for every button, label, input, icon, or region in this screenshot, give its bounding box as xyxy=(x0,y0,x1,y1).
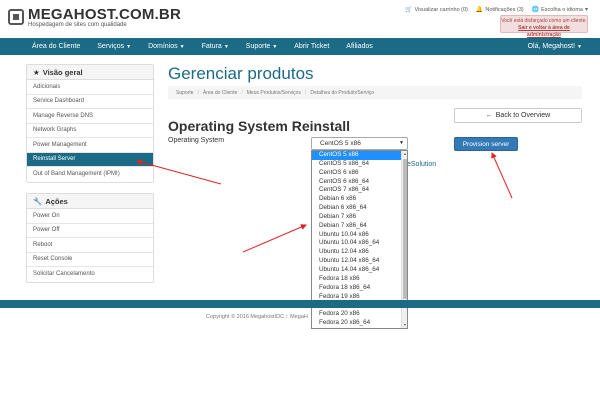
caret-down-icon: ▼ xyxy=(179,44,185,50)
os-option[interactable]: CentOS 7 x86_64 xyxy=(312,186,407,195)
arrow-to-os-dropdown xyxy=(242,224,307,253)
back-to-overview-button[interactable]: ← Back to Overview xyxy=(454,108,582,123)
language-link[interactable]: 🌐 Escolha o idioma ▾ xyxy=(531,6,588,14)
sidebar-item-ipmi[interactable]: Out of Band Management (IPMI) xyxy=(27,167,153,182)
os-option[interactable]: Ubuntu 14.04 x86_64 xyxy=(312,266,407,275)
os-option[interactable]: CentOS 6 x86 xyxy=(312,169,407,178)
admin-alert: Você está disfarçado como um cliente. Sa… xyxy=(500,15,588,38)
arrow-left-icon: ← xyxy=(485,112,493,119)
nav-services[interactable]: Serviços ▼ xyxy=(97,43,131,50)
star-icon: ★ xyxy=(33,67,40,77)
os-option[interactable]: Ubuntu 10.04 x86 xyxy=(312,231,407,240)
os-option[interactable]: Ubuntu 12.04 x86_64 xyxy=(312,257,407,266)
selected-os-value: CentOS 5 x86 xyxy=(320,140,361,147)
cart-link[interactable]: 🛒 Visualizar carrinho (0) xyxy=(405,6,468,14)
caret-down-icon: ▼ xyxy=(272,44,278,50)
operating-system-select[interactable]: CentOS 5 x86 ▼ xyxy=(311,137,408,150)
action-power-off[interactable]: Power Off xyxy=(27,224,153,238)
action-reset-console[interactable]: Reset Console xyxy=(27,253,153,267)
os-option[interactable]: Ubuntu 12.04 x86 xyxy=(312,248,407,257)
admin-alert-text: Você está disfarçado como um cliente. xyxy=(501,18,587,24)
partially-hidden-text: eSolution xyxy=(407,161,437,168)
page: MEGAHOST.COM.BR Hospedagem de sites com … xyxy=(0,0,600,400)
caret-down-icon: ▼ xyxy=(223,44,229,50)
action-power-on[interactable]: Power On xyxy=(27,209,153,224)
breadcrumb-separator: / xyxy=(197,89,199,96)
page-title: Gerenciar produtos xyxy=(168,64,314,83)
wrench-icon: 🔧 xyxy=(33,196,43,206)
nav-affiliates[interactable]: Afiliados xyxy=(346,43,372,50)
logo[interactable]: MEGAHOST.COM.BR Hospedagem de sites com … xyxy=(8,7,181,29)
nav-billing[interactable]: Fatura ▼ xyxy=(202,43,229,50)
logo-icon xyxy=(8,9,24,25)
os-option[interactable]: CentOS 5 x86_64 xyxy=(312,160,407,169)
caret-down-icon: ▼ xyxy=(126,44,132,50)
breadcrumb-client-area[interactable]: Área do Cliente xyxy=(203,90,237,96)
os-option[interactable]: Fedora 18 x86 xyxy=(312,275,407,284)
sidebar-item-service-dashboard[interactable]: Service Dashboard xyxy=(27,95,153,109)
breadcrumb-product-details: Detalhes do Produto/Serviço xyxy=(310,89,375,96)
sidebar-item-reverse-dns[interactable]: Manage Reverse DNS xyxy=(27,109,153,124)
breadcrumb-my-products[interactable]: Meus Produtos/Serviços xyxy=(247,90,301,96)
nav-support[interactable]: Suporte ▼ xyxy=(246,43,277,50)
action-reboot[interactable]: Reboot xyxy=(27,238,153,253)
breadcrumb-support[interactable]: Suporte xyxy=(176,90,194,96)
actions-panel-header: 🔧 Ações xyxy=(27,194,153,209)
sidebar-item-addons[interactable]: Adicionais xyxy=(27,80,153,95)
cart-icon: 🛒 xyxy=(405,7,413,13)
os-option[interactable]: Fedora 20 x86 xyxy=(312,310,407,319)
overview-panel-header: ★ Visão geral xyxy=(27,65,153,80)
globe-icon: 🌐 xyxy=(531,7,540,13)
os-option[interactable]: Fedora 18 x86_64 xyxy=(312,284,407,293)
section-title: Operating System Reinstall xyxy=(168,118,351,134)
breadcrumb-separator: / xyxy=(304,89,307,96)
scroll-up-icon[interactable]: ▲ xyxy=(402,152,407,156)
actions-panel: 🔧 Ações Power On Power Off Reboot Reset C… xyxy=(26,193,154,283)
sidebar-item-network-graphs[interactable]: Network Graphs xyxy=(27,124,153,138)
os-option[interactable]: Debian 7 x86 xyxy=(312,213,407,222)
chevron-down-icon: ▾ xyxy=(584,7,588,13)
notifications-link[interactable]: 🔔 Notificações (3) xyxy=(475,6,524,14)
logo-tagline: Hospedagem de sites com qualidade xyxy=(28,22,127,28)
nav-open-ticket[interactable]: Abrir Ticket xyxy=(294,43,329,50)
sidebar-item-reinstall-server[interactable]: Reinstall Server xyxy=(27,152,153,167)
scroll-down-icon[interactable]: ▼ xyxy=(402,323,407,327)
scrollbar-thumb[interactable] xyxy=(403,159,407,299)
action-request-cancellation[interactable]: Solicitar Cancelamento xyxy=(27,267,153,282)
sidebar-item-power-management[interactable]: Power Management xyxy=(27,138,153,153)
footer-copyright: Copyright © 2016 MegahostIDC :: MegaH xyxy=(206,314,308,320)
select-arrow-icon: ▼ xyxy=(399,140,404,146)
os-option[interactable]: CentOS 6 x86_64 xyxy=(312,178,407,187)
os-option[interactable]: Debian 6 x86_64 xyxy=(312,204,407,213)
caret-down-icon: ▼ xyxy=(577,44,582,50)
nav-user-menu[interactable]: Olá, Megahost! ▼ xyxy=(528,43,582,50)
provision-server-button[interactable]: Provision server xyxy=(454,137,518,151)
main-navbar: Área do Cliente Serviços ▼ Domínios ▼ Fatu… xyxy=(0,38,600,55)
operating-system-label: Operating System xyxy=(168,137,225,144)
os-option[interactable]: Fedora 20 x86_64 xyxy=(312,319,407,328)
footer-bar xyxy=(0,300,600,308)
bell-icon: 🔔 xyxy=(475,7,484,13)
os-option[interactable]: Debian 6 x86 xyxy=(312,195,407,204)
os-option[interactable]: CentOS 5 x86 xyxy=(312,151,407,160)
overview-panel: ★ Visão geral Adicionais Service Dashboar… xyxy=(26,64,154,183)
return-to-admin-link[interactable]: Sair e voltar à área de administração xyxy=(501,25,587,39)
os-option[interactable]: Debian 7 x86_64 xyxy=(312,222,407,231)
logo-name: MEGAHOST.COM.BR xyxy=(28,6,181,23)
nav-client-area[interactable]: Área do Cliente xyxy=(32,43,80,50)
os-option[interactable]: Ubuntu 10.04 x86_64 xyxy=(312,239,407,248)
breadcrumb-separator: / xyxy=(241,89,243,96)
arrow-to-provision-button xyxy=(491,152,513,199)
top-links: 🛒 Visualizar carrinho (0) 🔔 Notificações (… xyxy=(405,6,588,14)
breadcrumb: Suporte / Área do Cliente / Meus Produto… xyxy=(168,86,582,99)
nav-domains[interactable]: Domínios ▼ xyxy=(148,43,185,50)
